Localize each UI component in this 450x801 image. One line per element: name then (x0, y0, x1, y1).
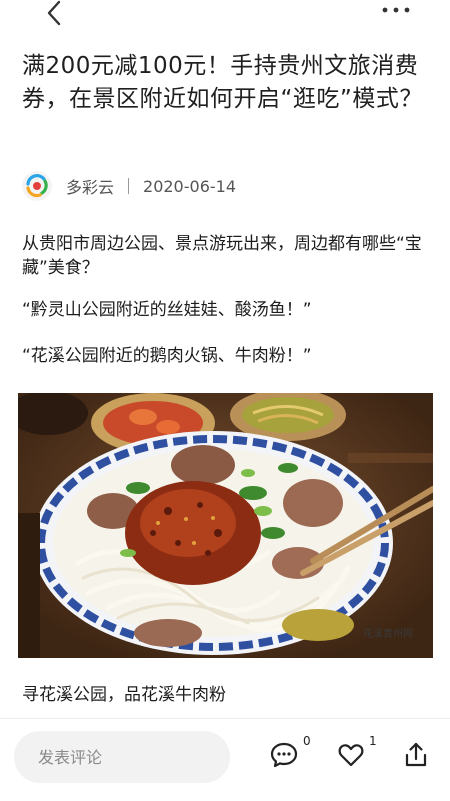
author-row: 多彩云 2020-06-14 (22, 171, 236, 201)
photo-caption: 寻花溪公园，品花溪牛肉粉 (22, 685, 226, 705)
comment-count: 0 (303, 734, 311, 748)
author-avatar[interactable] (22, 171, 52, 201)
article-paragraph: “花溪公园附近的鹅肉火锅、牛肉粉！” (22, 346, 312, 366)
beef-noodle-photo: 花溪贵州网 (18, 393, 433, 658)
share-icon (405, 742, 427, 767)
author-name[interactable]: 多彩云 (66, 174, 114, 198)
bottom-action-bar: 0 1 (0, 718, 450, 801)
like-button[interactable] (337, 741, 365, 773)
heart-icon (338, 744, 364, 767)
comment-input[interactable] (14, 731, 230, 783)
top-bar (0, 0, 450, 30)
article-title: 满200元减100元！手持贵州文旅消费券，在景区附近如何开启“逛吃”模式？ (22, 53, 423, 112)
comment-bubble-icon (270, 742, 298, 768)
divider (128, 178, 130, 194)
article-paragraph: “黔灵山公园附近的丝娃娃、酸汤鱼！” (22, 300, 312, 320)
like-count: 1 (369, 734, 377, 748)
back-arrow-icon[interactable] (40, 0, 70, 30)
photo-watermark: 花溪贵州网 (363, 629, 413, 640)
publish-date: 2020-06-14 (143, 176, 236, 196)
share-button[interactable] (403, 741, 429, 773)
article-paragraph: 从贵阳市周边公园、景点游玩出来，周边都有哪些“宝藏”美食？ (22, 234, 422, 278)
comment-button[interactable] (270, 741, 298, 773)
more-dots-icon[interactable] (378, 0, 414, 24)
